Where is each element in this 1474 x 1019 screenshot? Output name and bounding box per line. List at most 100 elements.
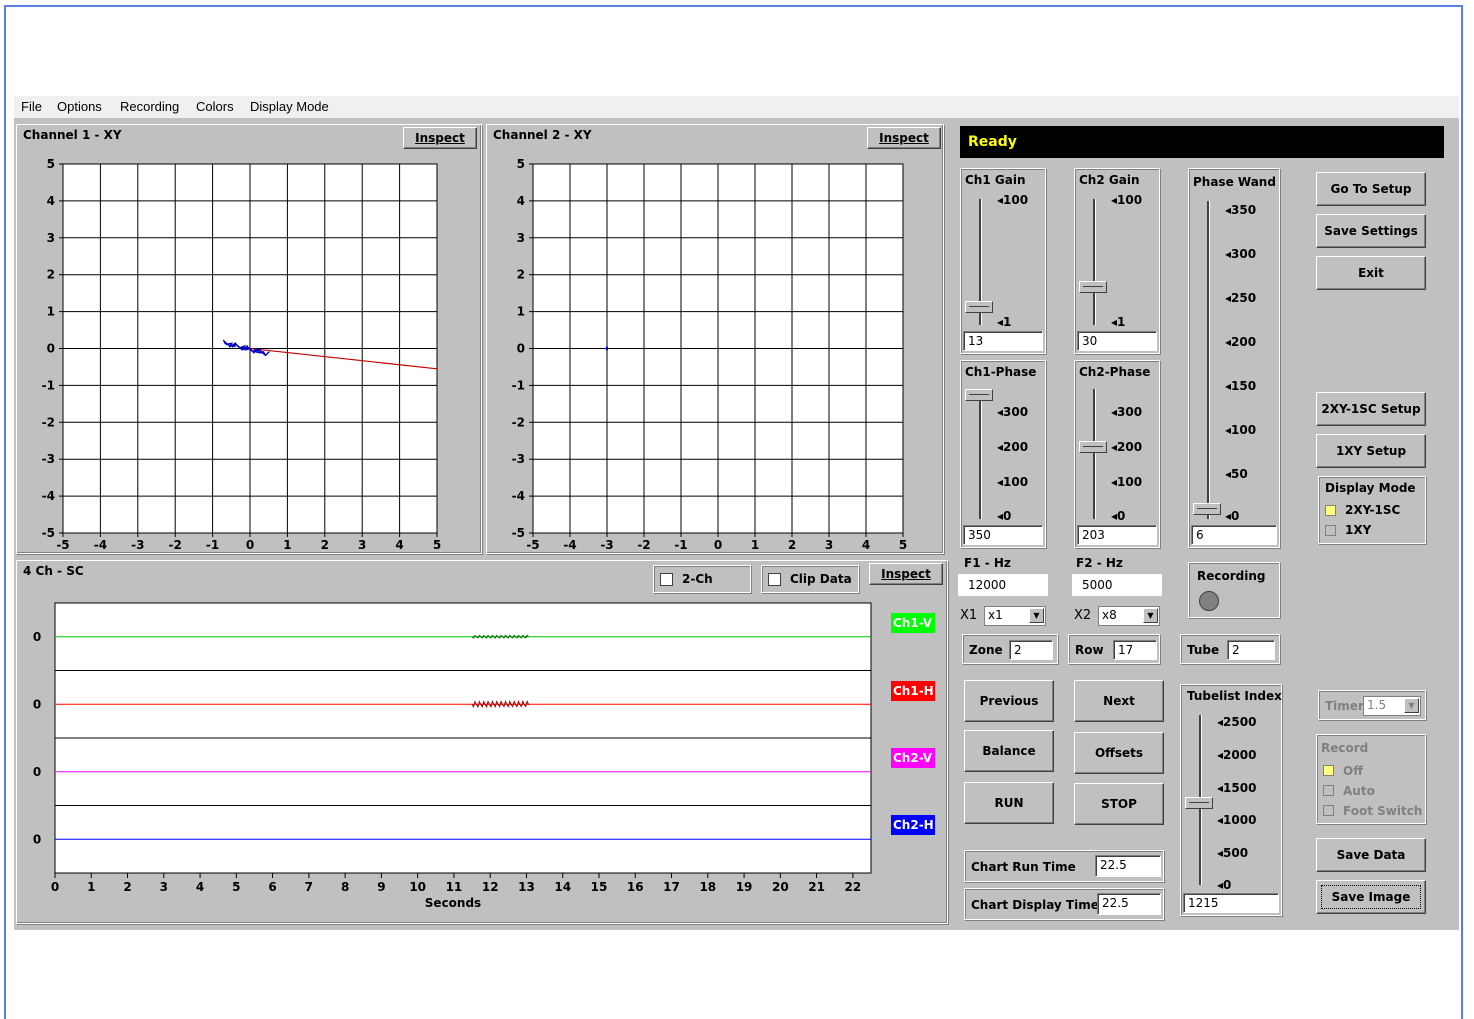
x-tick-label: 2 — [123, 880, 131, 894]
offsets-button[interactable]: Offsets — [1074, 732, 1164, 774]
channel1-xy-panel: Channel 1 - XY Inspect -5 5 -4 4 -3 3 -2 2 -1 1 0 0… — [16, 124, 482, 554]
x-tick-label: 0 — [246, 538, 254, 552]
x1-label: X1 — [960, 608, 978, 623]
y-tick-label: 3 — [517, 231, 525, 245]
phase-wand-title: Phase Wand — [1193, 175, 1276, 189]
display-mode-group: Display Mode 2XY-1SC 1XY — [1318, 476, 1426, 544]
menu-file[interactable]: File — [21, 99, 42, 114]
phase-wand-track[interactable] — [1207, 201, 1210, 519]
next-button[interactable]: Next — [1074, 680, 1164, 722]
phase-wand-group: Phase Wand ◂350 ◂300 ◂250 ◂200 ◂150 ◂100… — [1188, 168, 1280, 548]
y-tick-label: -1 — [42, 378, 55, 392]
y-tick-label: -5 — [42, 526, 55, 540]
tube-input[interactable]: 2 — [1227, 640, 1275, 660]
exit-button[interactable]: Exit — [1316, 256, 1426, 290]
ch2-gain-track[interactable] — [1093, 199, 1096, 325]
tubelist-index-value[interactable]: 1215 — [1183, 893, 1279, 913]
ch2-gain-value[interactable]: 30 — [1077, 331, 1157, 351]
phase-wand-value[interactable]: 6 — [1191, 525, 1277, 545]
phase-wand-tick-250: ◂250 — [1225, 291, 1257, 305]
row-input[interactable]: 17 — [1113, 640, 1157, 660]
record-radio-off[interactable] — [1323, 765, 1334, 776]
y-tick-label: -4 — [42, 489, 55, 503]
record-radio-auto[interactable] — [1323, 785, 1334, 796]
x-tick-label: 4 — [395, 538, 403, 552]
x-tick-label: 3 — [160, 880, 168, 894]
ch1-gain-value[interactable]: 13 — [963, 331, 1043, 351]
ch1-phase-slider-thumb[interactable] — [965, 389, 993, 401]
record-radio-foot-switch[interactable] — [1323, 805, 1334, 816]
balance-button[interactable]: Balance — [964, 730, 1054, 772]
x-tick-label: 12 — [482, 880, 499, 894]
ch2-gain-min: ◂1 — [1111, 315, 1126, 329]
x2-label: X2 — [1074, 608, 1092, 623]
f2-value[interactable]: 5000 — [1072, 574, 1162, 596]
x-tick-label: 21 — [808, 880, 825, 894]
x-tick-label: 4 — [196, 880, 204, 894]
chart-run-time-input[interactable]: 22.5 — [1095, 855, 1161, 877]
ch1-phase-track[interactable] — [979, 389, 982, 519]
save-image-button[interactable]: Save Image — [1316, 880, 1426, 914]
save-data-button[interactable]: Save Data — [1316, 838, 1426, 872]
tubelist-index-slider-thumb[interactable] — [1185, 797, 1213, 809]
ch1-gain-slider-thumb[interactable] — [965, 301, 993, 313]
setup-1xy-button[interactable]: 1XY Setup — [1316, 434, 1426, 468]
timer-group: Timer 1.5 ▼ — [1318, 690, 1426, 720]
previous-button[interactable]: Previous — [964, 680, 1054, 722]
y-zero-label: 0 — [33, 630, 41, 644]
x2-dropdown[interactable]: x8 ▼ — [1098, 606, 1160, 626]
x-tick-label: 0 — [51, 880, 59, 894]
row-group: Row 17 — [1068, 634, 1160, 664]
x1-dropdown[interactable]: x1 ▼ — [984, 606, 1046, 626]
tubelist-tick-0: ◂0 — [1217, 878, 1232, 892]
zone-input[interactable]: 2 — [1009, 640, 1053, 660]
chart-display-time-input[interactable]: 22.5 — [1097, 893, 1161, 915]
ch2-phase-track[interactable] — [1093, 389, 1096, 519]
legend-ch2-h: Ch2-H — [891, 815, 935, 835]
x-tick-label: 13 — [518, 880, 535, 894]
ch2-phase-value[interactable]: 203 — [1077, 525, 1157, 545]
f1-value[interactable]: 12000 — [958, 574, 1048, 596]
channel2-xy-plot: -5 5 -4 4 -3 3 -2 2 -1 1 0 0 1 -1 2 -2 3 -3 4 -4 5 -5 — [512, 157, 908, 552]
ch2-gain-max: ◂100 — [1111, 193, 1143, 207]
ch2-phase-slider-thumb[interactable] — [1079, 441, 1107, 453]
display-mode-radio-2xy[interactable] — [1325, 505, 1336, 516]
ch2-gain-slider-thumb[interactable] — [1079, 281, 1107, 293]
strip-chart-panel: 4 Ch - SC 2-Ch Clip Data Inspect 0123456… — [16, 560, 948, 924]
phase-wand-tick-200: ◂200 — [1225, 335, 1257, 349]
chart-run-time-label: Chart Run Time — [971, 860, 1076, 874]
timer-label: Timer — [1325, 699, 1364, 713]
display-mode-radio-1xy[interactable] — [1325, 525, 1336, 536]
ch1-phase-value[interactable]: 350 — [963, 525, 1043, 545]
tubelist-tick-500: ◂500 — [1217, 846, 1249, 860]
phase-wand-slider-thumb[interactable] — [1193, 503, 1221, 515]
run-button[interactable]: RUN — [964, 782, 1054, 824]
timer-dropdown[interactable]: 1.5 ▼ — [1363, 696, 1421, 716]
ch1-phase-tick-300: ◂300 — [997, 405, 1029, 419]
display-mode-title: Display Mode — [1325, 481, 1416, 495]
y-zero-label: 0 — [33, 765, 41, 779]
menu-recording[interactable]: Recording — [120, 99, 179, 114]
x-tick-label: 1 — [87, 880, 95, 894]
phase-wand-tick-50: ◂50 — [1225, 467, 1248, 481]
x-tick-label: 1 — [751, 538, 759, 552]
save-settings-button[interactable]: Save Settings — [1316, 214, 1426, 248]
tubelist-tick-1000: ◂1000 — [1217, 813, 1257, 827]
go-to-setup-button[interactable]: Go To Setup — [1316, 172, 1426, 206]
menu-display-mode[interactable]: Display Mode — [250, 99, 329, 114]
menu-colors[interactable]: Colors — [196, 99, 234, 114]
x-tick-label: -2 — [637, 538, 650, 552]
chevron-down-icon: ▼ — [1029, 608, 1044, 623]
chart-display-time-label: Chart Display Time — [971, 898, 1099, 912]
ch2-gain-group: Ch2 Gain ◂100 ◂1 30 — [1074, 168, 1160, 354]
stop-button[interactable]: STOP — [1074, 783, 1164, 825]
ch1-gain-max: ◂100 — [997, 193, 1029, 207]
x-tick-label: -3 — [131, 538, 144, 552]
y-tick-label: 2 — [47, 268, 55, 282]
record-group: Record Off Auto Foot Switch — [1316, 734, 1426, 824]
row-label: Row — [1075, 643, 1104, 657]
tubelist-tick-2000: ◂2000 — [1217, 748, 1257, 762]
menu-options[interactable]: Options — [57, 99, 102, 114]
setup-2xy-1sc-button[interactable]: 2XY-1SC Setup — [1316, 392, 1426, 426]
ch1-phase-group: Ch1-Phase ◂300 ◂200 ◂100 ◂0 350 — [960, 360, 1046, 548]
